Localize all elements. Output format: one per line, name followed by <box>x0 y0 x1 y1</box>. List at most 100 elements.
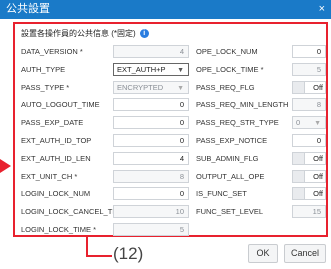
window-title: 公共設置 <box>6 3 50 15</box>
field-row-func-set-level: FUNC_SET_LEVEL 15 <box>196 205 326 219</box>
field-label: LOGIN_LOCK_TIME * <box>21 225 97 234</box>
field-row-ext-auth-id-len: EXT_AUTH_ID_LEN 4 <box>21 151 189 166</box>
field-row-pass-exp-date: PASS_EXP_DATE 0 <box>21 116 189 130</box>
field-row-pass-type: PASS_TYPE * ENCRYPTED ▼ <box>21 80 189 95</box>
field-row-pass-exp-notice: PASS_EXP_NOTICE 0 <box>196 134 326 148</box>
value-input[interactable]: 0 <box>113 98 189 112</box>
toggle-switch[interactable]: Off <box>292 80 326 94</box>
field-label: PASS_EXP_DATE <box>21 118 84 128</box>
window-titlebar: 公共設置 × <box>0 0 331 19</box>
field-row-pass-req-flg: PASS_REQ_FLG Off <box>196 80 326 95</box>
field-value: 4 <box>179 47 184 56</box>
value-input[interactable]: 0 <box>113 187 189 201</box>
field-row-login-lock-cancel-time: LOGIN_LOCK_CANCEL_TIME 10 <box>21 205 189 219</box>
field-row-pass-req-str-type: PASS_REQ_STR_TYPE 0 ▼ <box>196 116 326 130</box>
toggle-knob <box>293 188 305 200</box>
field-label: PASS_EXP_NOTICE <box>196 136 268 145</box>
field-label: LOGIN_LOCK_CANCEL_TIME <box>21 207 126 217</box>
field-row-login-lock-time: LOGIN_LOCK_TIME * 5 <box>21 223 189 237</box>
chevron-down-icon: ▼ <box>177 84 184 92</box>
toggle-state-label: Off <box>313 153 323 163</box>
field-value: 5 <box>179 225 184 234</box>
chevron-down-icon[interactable]: ▼ <box>177 65 184 76</box>
toggle-knob <box>293 81 305 93</box>
field-row-sub-admin-flg: SUB_ADMIN_FLG Off <box>196 151 326 166</box>
toggle-knob <box>293 152 305 164</box>
value-readonly: 8 <box>292 98 326 112</box>
toggle-state-label: Off <box>313 82 323 92</box>
value-dropdown-disabled: 0 ▼ <box>292 116 326 130</box>
field-label: PASS_TYPE * <box>21 82 70 92</box>
callout-label: (12) <box>113 244 144 263</box>
settings-panel: 設置各操作員的公共信息 (*固定) i DATA_VERSION * 4 AUTH_… <box>13 22 328 237</box>
field-row-login-lock-num: LOGIN_LOCK_NUM 0 <box>21 187 189 201</box>
field-label: IS_FUNC_SET <box>196 189 247 199</box>
callout-line-horizontal <box>86 255 112 257</box>
value-input[interactable]: 0 <box>292 45 326 58</box>
field-value: 8 <box>179 171 184 181</box>
field-label: EXT_AUTH_ID_LEN <box>21 153 91 163</box>
close-icon[interactable]: × <box>319 0 325 19</box>
field-row-ope-lock-num: OPE_LOCK_NUM 0 <box>196 45 326 59</box>
field-label: SUB_ADMIN_FLG <box>196 153 259 163</box>
field-label: OPE_LOCK_TIME * <box>196 64 264 74</box>
value-dropdown-disabled: ENCRYPTED ▼ <box>113 80 189 94</box>
field-value: 0 <box>179 118 184 128</box>
value-input[interactable]: 0 <box>292 134 326 147</box>
field-value: 0 <box>296 118 301 128</box>
cancel-button[interactable]: Cancel <box>284 244 326 263</box>
toggle-switch[interactable]: Off <box>292 151 326 165</box>
field-label: EXT_UNIT_CH * <box>21 171 78 181</box>
field-value: ENCRYPTED <box>117 82 164 92</box>
field-value: 0 <box>179 100 184 110</box>
field-label: OUTPUT_ALL_OPE <box>196 171 265 181</box>
value-readonly: 5 <box>292 62 326 76</box>
field-label: PASS_REQ_FLG <box>196 82 255 92</box>
value-readonly: 5 <box>113 223 189 236</box>
field-row-auth-type: AUTH_TYPE EXT_AUTH+P ▼ <box>21 62 189 77</box>
field-value: 15 <box>312 207 321 217</box>
field-value: 0 <box>179 136 184 145</box>
field-row-ext-auth-id-top: EXT_AUTH_ID_TOP 0 <box>21 134 189 148</box>
highlight-marker-arrow <box>0 159 11 173</box>
field-label: PASS_REQ_MIN_LENGTH <box>196 100 289 110</box>
toggle-switch[interactable]: Off <box>292 187 326 201</box>
value-readonly: 15 <box>292 205 326 219</box>
value-input[interactable]: 0 <box>113 134 189 147</box>
value-input[interactable]: 4 <box>113 151 189 165</box>
callout-line-vertical <box>86 237 88 257</box>
field-label: FUNC_SET_LEVEL <box>196 207 264 217</box>
field-value: 4 <box>179 153 184 163</box>
field-label: DATA_VERSION * <box>21 47 83 56</box>
toggle-state-label: Off <box>313 189 323 199</box>
section-header: 設置各操作員的公共信息 (*固定) i <box>21 28 149 39</box>
value-input[interactable]: 0 <box>113 116 189 130</box>
value-readonly: 8 <box>113 169 189 183</box>
field-value: 5 <box>316 64 321 74</box>
value-readonly: 4 <box>113 45 189 58</box>
field-label: AUTH_TYPE <box>21 64 66 74</box>
field-row-is-func-set: IS_FUNC_SET Off <box>196 187 326 201</box>
field-label: LOGIN_LOCK_NUM <box>21 189 91 199</box>
field-label: OPE_LOCK_NUM <box>196 47 258 56</box>
field-value: 10 <box>175 207 184 217</box>
value-dropdown[interactable]: EXT_AUTH+P ▼ <box>113 62 189 76</box>
field-row-pass-req-min-length: PASS_REQ_MIN_LENGTH 8 <box>196 98 326 112</box>
chevron-down-icon: ▼ <box>314 120 321 128</box>
field-value: 0 <box>316 47 321 56</box>
info-icon[interactable]: i <box>139 29 149 38</box>
toggle-state-label: Off <box>313 171 323 181</box>
field-label: EXT_AUTH_ID_TOP <box>21 136 92 145</box>
field-row-ext-unit-ch: EXT_UNIT_CH * 8 <box>21 169 189 184</box>
value-readonly: 10 <box>113 205 189 219</box>
toggle-knob <box>293 170 305 182</box>
field-value: 0 <box>179 189 184 199</box>
field-row-data-version: DATA_VERSION * 4 <box>21 45 189 59</box>
field-value: 0 <box>316 136 321 145</box>
ok-button[interactable]: OK <box>248 244 278 263</box>
section-title: 設置各操作員的公共信息 (*固定) <box>21 29 136 38</box>
toggle-switch[interactable]: Off <box>292 169 326 183</box>
field-row-auto-logout-time: AUTO_LOGOUT_TIME 0 <box>21 98 189 112</box>
field-label: AUTO_LOGOUT_TIME <box>21 100 100 110</box>
field-value: 8 <box>316 100 321 110</box>
